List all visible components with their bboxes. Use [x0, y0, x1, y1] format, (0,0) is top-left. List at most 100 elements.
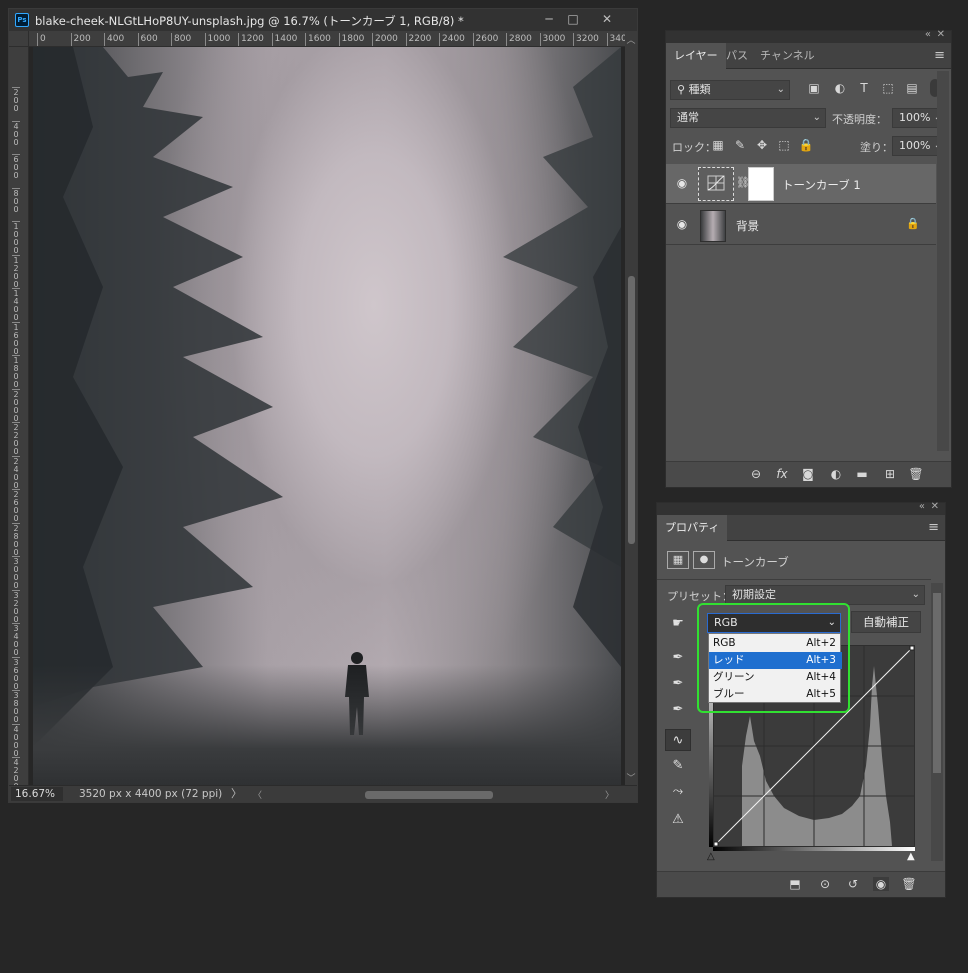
shape-filter-icon[interactable]: ⬚ — [880, 81, 896, 95]
ruler-tick-label: 0 — [37, 33, 46, 46]
layer-filter-select[interactable]: ⚲ 種類 ⌄ — [670, 80, 790, 100]
horizontal-ruler[interactable]: 0 200 400 600 800 1000 1200 1400 1600 1800 2000 220… — [29, 31, 625, 47]
ruler-tick-label: 1 4 0 0 — [12, 288, 20, 322]
ruler-tick-label: 3 6 0 0 — [12, 656, 20, 691]
ruler-origin[interactable] — [9, 31, 29, 47]
vertical-scroll-thumb[interactable] — [628, 276, 635, 544]
trash-icon[interactable]: 🗑 — [908, 467, 924, 481]
document-size-info: 3520 px x 4400 px (72 ppi) — [79, 788, 223, 800]
adjustment-icon[interactable]: ◐ — [828, 467, 844, 481]
blend-mode-select[interactable]: 通常 ⌄ — [670, 108, 826, 128]
opacity-label: 不透明度： — [832, 113, 887, 126]
edit-points-curve-icon[interactable]: ∿ — [665, 729, 691, 751]
ruler-tick-label: 3 8 0 0 — [12, 690, 20, 724]
eye-visibility-icon[interactable]: ◉ — [873, 877, 889, 891]
preset-select[interactable]: 初期設定 ⌄ — [725, 585, 925, 605]
folder-icon[interactable]: ▬ — [854, 467, 870, 481]
black-point-eyedropper-icon[interactable]: ✒ — [665, 647, 691, 669]
link-icon[interactable]: ⊖ — [748, 467, 764, 481]
panel-drag-bar[interactable]: « ✕ — [657, 501, 945, 515]
ruler-tick-label: 800 — [171, 33, 191, 46]
horizontal-scroll-thumb[interactable] — [365, 791, 493, 799]
scroll-left-arrow-icon[interactable]: 〈 — [253, 788, 262, 801]
ruler-tick-label: 1 6 0 0 — [12, 321, 20, 356]
collapse-icon[interactable]: « — [919, 501, 925, 512]
minimize-button[interactable]: ─ — [537, 10, 561, 28]
close-button[interactable]: ✕ — [595, 10, 619, 28]
mask-icon[interactable]: ◙ — [800, 467, 816, 481]
canvas-area[interactable] — [29, 47, 625, 785]
smart-object-filter-icon[interactable]: ▤ — [904, 81, 920, 95]
eye-visibility-icon[interactable]: ◉ — [674, 176, 690, 192]
white-point-eyedropper-icon[interactable]: ✒ — [665, 699, 691, 721]
maximize-button[interactable]: □ — [561, 10, 585, 28]
close-icon[interactable]: ✕ — [937, 29, 945, 40]
photoshop-app-icon: Ps — [15, 13, 29, 27]
ruler-tick-label: 2000 — [372, 33, 398, 46]
layers-scrollbar[interactable] — [937, 71, 949, 451]
draw-pencil-icon[interactable]: ✎ — [665, 755, 691, 777]
layers-panel: « ✕ レイヤー パス チャンネル ≡ ⚲ 種類 ⌄ ▣ ◐ T ⬚ ▤ 通常 … — [665, 29, 952, 488]
black-point-slider-icon[interactable]: △ — [707, 851, 715, 862]
document-titlebar[interactable]: Ps blake-cheek-NLGtLHoP8UY-unsplash.jpg … — [9, 9, 637, 31]
lock-position-move-icon[interactable]: ✥ — [754, 138, 770, 152]
pixel-layer-filter-icon[interactable]: ▣ — [806, 81, 822, 95]
preset-label: プリセット： — [667, 590, 733, 603]
fill-value: 100% — [899, 139, 931, 152]
clip-to-layer-icon[interactable]: ⬒ — [787, 877, 803, 891]
panel-menu-icon[interactable]: ≡ — [928, 520, 939, 535]
panel-drag-bar[interactable]: « ✕ — [666, 29, 951, 43]
horizontal-scrollbar[interactable]: 〈 〉 — [249, 788, 619, 801]
layer-name[interactable]: 背景 — [736, 218, 759, 234]
lock-artboard-icon[interactable]: ⬚ — [776, 138, 792, 152]
lock-all-icon[interactable]: 🔒 — [798, 138, 814, 152]
ruler-tick-label: 1400 — [271, 33, 297, 46]
close-icon[interactable]: ✕ — [931, 501, 939, 512]
ruler-tick-label: 2 4 0 0 — [12, 455, 20, 490]
scroll-down-arrow-icon[interactable]: ﹀ — [626, 771, 636, 784]
lock-icon: 🔒 — [906, 217, 920, 230]
properties-scrollbar[interactable] — [931, 583, 943, 861]
layer-row-tone-curve[interactable]: ◉ ⛓ トーンカーブ 1 — [666, 164, 936, 204]
new-layer-icon[interactable]: ⊞ — [882, 467, 898, 481]
type-filter-icon[interactable]: T — [856, 81, 872, 95]
adjustment-thumbnail — [698, 167, 734, 201]
layer-mask-icon[interactable]: ● — [693, 551, 715, 569]
white-point-slider-icon[interactable]: ▲ — [907, 851, 915, 862]
curves-adjustment-icon: ▦ — [667, 551, 689, 569]
ruler-tick-label: 1600 — [305, 33, 331, 46]
layer-name[interactable]: トーンカーブ 1 — [782, 177, 861, 193]
smooth-curve-icon[interactable]: ⤳ — [665, 781, 691, 803]
zoom-level-field[interactable]: 16.67% — [11, 787, 63, 801]
scroll-up-arrow-icon[interactable]: ︿ — [626, 33, 636, 46]
tab-properties[interactable]: プロパティ — [657, 515, 728, 541]
vertical-scrollbar[interactable]: ︿ ﹀ — [625, 31, 637, 785]
trash-icon[interactable]: 🗑 — [901, 877, 917, 891]
tab-paths[interactable]: パス — [718, 43, 756, 69]
input-gradient-bar — [713, 847, 915, 851]
adjustment-filter-icon[interactable]: ◐ — [832, 81, 848, 95]
layer-row-background[interactable]: ◉ 背景 🔒 — [666, 205, 936, 245]
panel-menu-icon[interactable]: ≡ — [934, 48, 945, 63]
collapse-icon[interactable]: « — [925, 29, 931, 40]
layer-mask-thumbnail[interactable] — [748, 167, 774, 201]
vertical-ruler[interactable]: 2 0 0 4 0 0 6 0 0 8 0 0 1 0 0 01 2 0 01 4 0 … — [9, 47, 29, 785]
auto-button[interactable]: 自動補正 — [851, 611, 921, 633]
reset-icon[interactable]: ↺ — [845, 877, 861, 891]
tab-channels[interactable]: チャンネル — [752, 43, 823, 69]
eye-visibility-icon[interactable]: ◉ — [674, 217, 690, 233]
ruler-tick-label: 1800 — [338, 33, 364, 46]
filter-kind-label: 種類 — [688, 83, 711, 96]
blend-mode-value: 通常 — [677, 111, 699, 124]
gray-point-eyedropper-icon[interactable]: ✒ — [665, 673, 691, 695]
fx-icon[interactable]: fx — [774, 467, 790, 481]
status-menu-chevron-icon[interactable]: 〉 — [231, 787, 242, 801]
lock-transparent-icon[interactable]: ▦ — [710, 138, 726, 152]
view-previous-state-icon[interactable]: ⊙ — [817, 877, 833, 891]
tab-layers[interactable]: レイヤー — [666, 43, 726, 69]
scroll-right-arrow-icon[interactable]: 〉 — [605, 788, 614, 801]
clipping-warning-icon[interactable]: ⚠ — [665, 809, 691, 831]
target-adjust-hand-icon[interactable]: ☛ — [665, 613, 691, 635]
lock-image-brush-icon[interactable]: ✎ — [732, 138, 748, 152]
properties-scroll-thumb[interactable] — [933, 593, 941, 773]
